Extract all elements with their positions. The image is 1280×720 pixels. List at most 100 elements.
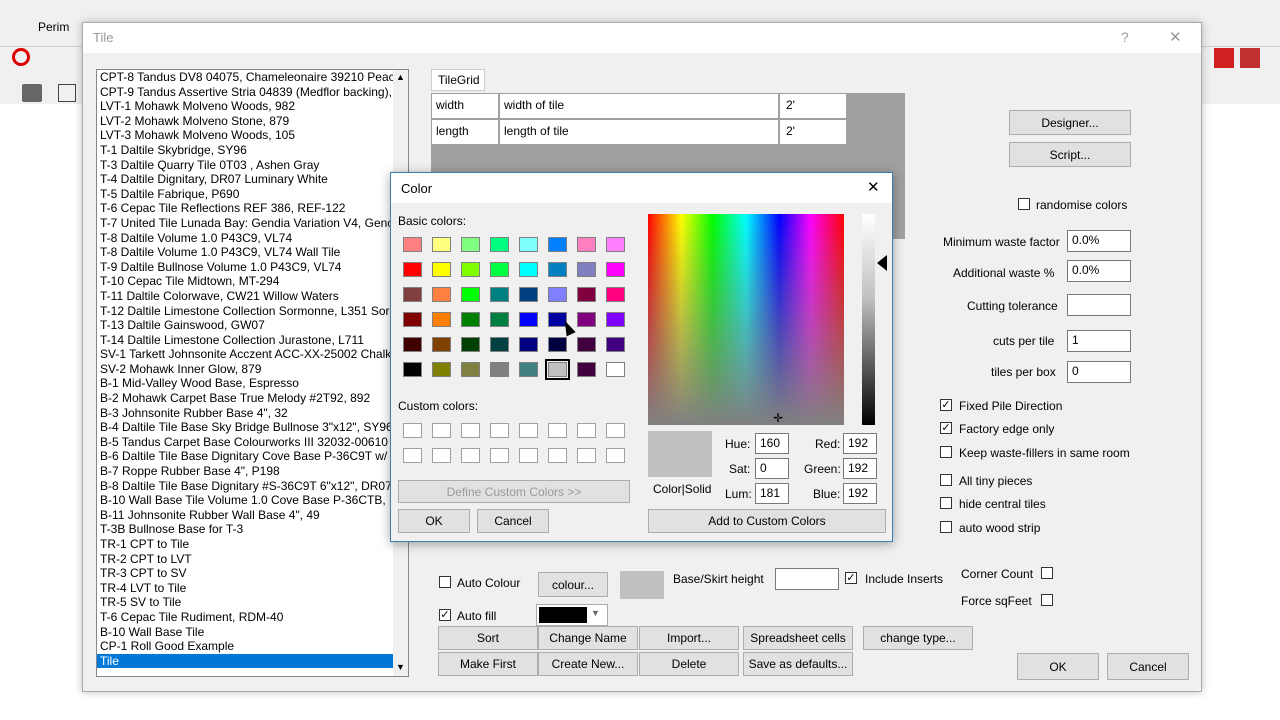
tiles-per-box-field[interactable]: 0 [1067,361,1131,383]
auto-wood-strip-checkbox[interactable] [940,521,952,533]
sort-button[interactable]: Sort [438,626,538,650]
basic-color-swatch[interactable] [403,237,422,252]
basic-color-swatch[interactable] [545,359,570,380]
list-item[interactable]: LVT-3 Mohawk Molveno Woods, 105 [97,128,393,143]
list-item[interactable]: T-10 Cepac Tile Midtown, MT-294 [97,274,393,289]
cutting-tolerance-field[interactable] [1067,294,1131,316]
custom-color-swatch[interactable] [519,448,538,463]
list-item[interactable]: B-2 Mohawk Carpet Base True Melody #2T92… [97,391,393,406]
auto-fill-checkbox[interactable]: ✓ [439,609,451,621]
custom-color-swatch[interactable] [461,448,480,463]
list-item[interactable]: TR-1 CPT to Tile [97,537,393,552]
factory-edge-only-checkbox[interactable]: ✓ [940,422,952,434]
auto-fill-color-dropdown[interactable]: ▼ [536,604,608,626]
basic-color-swatch[interactable] [519,362,538,377]
luminance-pointer-icon[interactable] [877,255,887,271]
auto-colour-checkbox[interactable] [439,576,451,588]
color-cancel-button[interactable]: Cancel [477,509,549,533]
scroll-down-icon[interactable]: ▼ [393,662,408,672]
color-spectrum[interactable] [648,214,844,425]
basic-color-swatch[interactable] [519,262,538,277]
tile-dialog-close-icon[interactable]: ✕ [1169,28,1182,46]
minimum-waste-field[interactable]: 0.0% [1067,230,1131,252]
list-item[interactable]: TR-3 CPT to SV [97,566,393,581]
print-icon[interactable] [22,84,42,102]
basic-color-swatch[interactable] [432,337,451,352]
fixed-pile-direction-checkbox[interactable]: ✓ [940,399,952,411]
custom-color-swatch[interactable] [548,423,567,438]
additional-waste-field[interactable]: 0.0% [1067,260,1131,282]
custom-color-swatch[interactable] [606,448,625,463]
green-field[interactable]: 192 [843,458,877,479]
basic-color-swatch[interactable] [519,312,538,327]
basic-color-swatch[interactable] [403,262,422,277]
blue-field[interactable]: 192 [843,483,877,504]
grid-row-width-name[interactable]: width [432,94,498,118]
tab-tilegrid[interactable]: TileGrid [431,69,485,91]
list-item[interactable]: T-14 Daltile Limestone Collection Jurast… [97,333,393,348]
basic-color-swatch[interactable] [519,287,538,302]
basic-color-swatch[interactable] [490,237,509,252]
basic-color-swatch[interactable] [577,287,596,302]
basic-color-swatch[interactable] [490,312,509,327]
scroll-up-icon[interactable]: ▲ [393,72,408,82]
list-item[interactable]: T-3B Bullnose Base for T-3 [97,522,393,537]
custom-color-swatch[interactable] [403,448,422,463]
custom-color-swatch[interactable] [548,448,567,463]
list-item[interactable]: T-6 Cepac Tile Rudiment, RDM-40 [97,610,393,625]
list-item[interactable]: B-6 Daltile Tile Base Dignitary Cove Bas… [97,449,393,464]
basic-color-swatch[interactable] [490,262,509,277]
spreadsheet-cells-button[interactable]: Spreadsheet cells [743,626,853,650]
list-item[interactable]: CPT-8 Tandus DV8 04075, Chameleonaire 39… [97,70,395,85]
basic-color-swatch[interactable] [490,337,509,352]
base-skirt-height-field[interactable] [775,568,839,590]
basic-color-swatch[interactable] [461,287,480,302]
list-item[interactable]: T-7 United Tile Lunada Bay: Gendia Varia… [97,216,393,231]
make-first-button[interactable]: Make First [438,652,538,676]
corner-count-checkbox[interactable] [1041,567,1053,579]
basic-color-swatch[interactable] [606,237,625,252]
include-inserts-checkbox[interactable]: ✓ [845,572,857,584]
list-item[interactable]: TR-2 CPT to LVT [97,552,393,567]
list-item[interactable]: T-11 Daltile Colorwave, CW21 Willow Wate… [97,289,393,304]
list-item[interactable]: B-3 Johnsonite Rubber Base 4", 32 [97,406,393,421]
basic-color-swatch[interactable] [490,287,509,302]
all-tiny-pieces-checkbox[interactable] [940,474,952,486]
basic-color-swatch[interactable] [432,237,451,252]
basic-color-swatch[interactable] [519,337,538,352]
basic-color-swatch[interactable] [403,312,422,327]
basic-color-swatch[interactable] [577,337,596,352]
custom-color-swatch[interactable] [432,448,451,463]
keep-waste-fillers-checkbox[interactable] [940,446,952,458]
force-sqfeet-checkbox[interactable] [1041,594,1053,606]
basic-color-swatch[interactable] [577,237,596,252]
list-item[interactable]: LVT-2 Mohawk Molveno Stone, 879 [97,114,393,129]
basic-color-swatch[interactable] [432,312,451,327]
list-item[interactable]: B-7 Roppe Rubber Base 4", P198 [97,464,393,479]
basic-color-swatch[interactable] [548,287,567,302]
basic-color-swatch[interactable] [403,362,422,377]
grid-row-width-desc[interactable]: width of tile [500,94,778,118]
help-icon[interactable]: ? [1121,29,1129,45]
color-ok-button[interactable]: OK [398,509,470,533]
custom-color-swatch[interactable] [490,423,509,438]
basic-color-swatch[interactable] [519,237,538,252]
red-tool-icon[interactable] [1214,48,1234,68]
basic-color-swatch[interactable] [432,287,451,302]
basic-color-swatch[interactable] [606,262,625,277]
script-button[interactable]: Script... [1009,142,1131,167]
tile-cancel-button[interactable]: Cancel [1107,653,1189,680]
basic-color-swatch[interactable] [606,287,625,302]
lum-field[interactable]: 181 [755,483,789,504]
grid-row-length-name[interactable]: length [432,120,498,144]
list-item[interactable]: T-9 Daltile Bullnose Volume 1.0 P43C9, V… [97,260,393,275]
sat-field[interactable]: 0 [755,458,789,479]
custom-color-swatch[interactable] [577,423,596,438]
perim-tab[interactable]: Perim [38,20,69,34]
list-item[interactable]: T-6 Cepac Tile Reflections REF 386, REF-… [97,201,393,216]
basic-color-swatch[interactable] [577,312,596,327]
colour-swatch[interactable] [620,571,664,599]
basic-color-swatch[interactable] [490,362,509,377]
delete-button[interactable]: Delete [639,652,739,676]
custom-color-swatch[interactable] [606,423,625,438]
